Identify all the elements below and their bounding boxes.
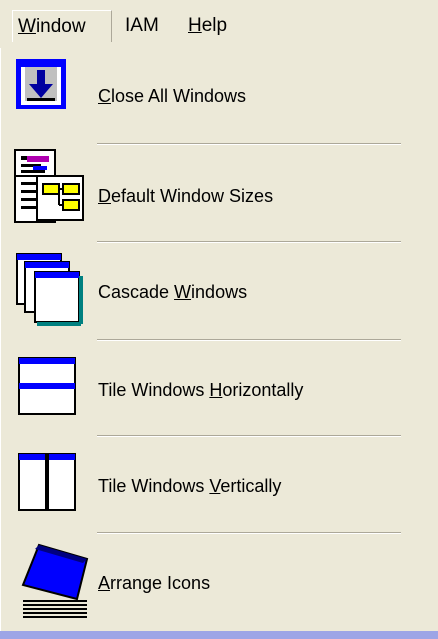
menu-item-close-all-windows[interactable]: Close All Windows	[1, 52, 438, 142]
separator	[97, 532, 401, 534]
bottom-accent-bar	[0, 631, 438, 639]
menu-item-label: Tile Windows Horizontally	[98, 380, 304, 400]
menu-window-label: Window	[18, 16, 86, 37]
menu-iam-label: IAM	[125, 15, 159, 36]
menu-item-arrange-icons[interactable]: Arrange Icons	[1, 537, 438, 627]
default-window-sizes-icon	[14, 149, 84, 223]
separator	[97, 339, 401, 341]
arrange-icons-icon	[21, 543, 89, 618]
tile-vertical-icon	[18, 453, 76, 511]
menu-iam[interactable]: IAM	[120, 10, 164, 42]
menu-item-default-window-sizes[interactable]: Default Window Sizes	[1, 148, 438, 238]
menu-item-label: Arrange Icons	[98, 573, 211, 593]
menu-window-label-rest: indow	[35, 16, 86, 37]
window-dropdown-menu: Close All Windows Default Window Sizes C…	[0, 48, 438, 631]
menu-bar: Window IAM Help	[0, 0, 438, 48]
menu-item-tile-vertically[interactable]: Tile Windows Vertically	[1, 440, 438, 530]
menu-item-cascade-windows[interactable]: Cascade Windows	[1, 246, 438, 336]
close-all-windows-icon	[16, 59, 66, 109]
menu-window[interactable]: Window	[12, 10, 112, 42]
menu-item-label: Close All Windows	[98, 86, 247, 106]
menu-item-label: Tile Windows Vertically	[98, 476, 282, 496]
menu-item-label: Default Window Sizes	[98, 186, 274, 206]
separator	[97, 241, 401, 243]
separator	[97, 143, 401, 145]
separator	[97, 435, 401, 437]
tile-horizontal-icon	[18, 357, 76, 415]
cascade-windows-icon	[16, 253, 83, 326]
menu-help[interactable]: Help	[183, 10, 232, 42]
menu-item-tile-horizontally[interactable]: Tile Windows Horizontally	[1, 344, 438, 434]
menu-help-label: Help	[188, 15, 228, 36]
menu-item-label: Cascade Windows	[98, 282, 248, 302]
